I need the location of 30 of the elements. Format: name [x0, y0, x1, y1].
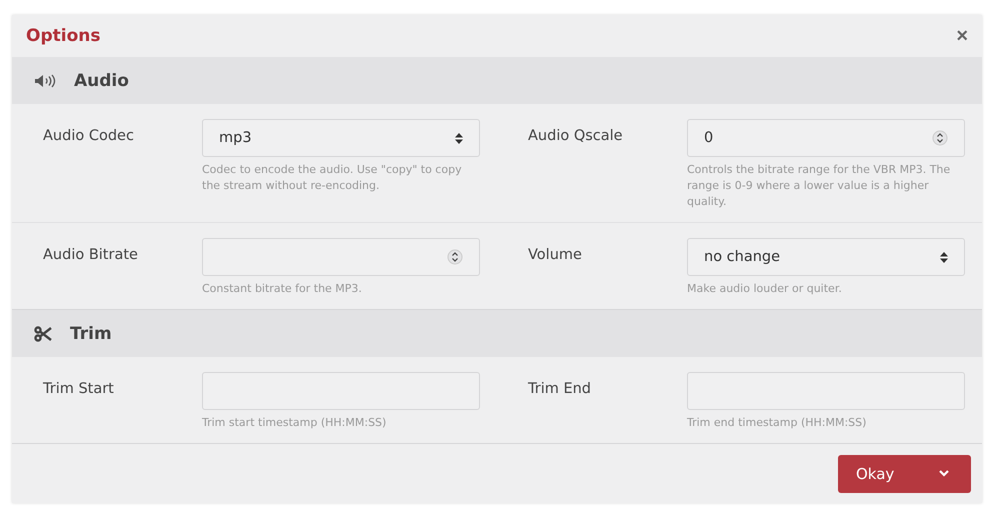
- help-text: Trim end timestamp (HH:MM:SS): [687, 415, 868, 431]
- field-label: Volume: [528, 246, 583, 265]
- field-label: Audio Bitrate: [43, 246, 139, 265]
- section-title: Audio: [74, 70, 129, 90]
- text-field[interactable]: [687, 372, 965, 410]
- sort-caret-icon: [940, 252, 948, 262]
- section-title: Trim: [70, 324, 112, 344]
- dialog-title: Options: [26, 26, 100, 46]
- speaker-icon: [34, 74, 56, 88]
- field-label: Audio Qscale: [528, 127, 624, 146]
- help-text: Controls the bitrate range for the VBR MP3. The range is 0-9 where a lower value is a higher quality.: [687, 162, 952, 210]
- field-label: Audio Codec: [43, 127, 135, 146]
- field-label: Trim End: [528, 380, 592, 399]
- field-label: Trim Start: [43, 380, 115, 399]
- close-button[interactable]: ×: [956, 26, 968, 46]
- select-field[interactable]: no change: [687, 238, 965, 276]
- okay-button[interactable]: Okay: [838, 454, 971, 492]
- number-field[interactable]: [202, 238, 480, 276]
- help-text: Codec to encode the audio. Use "copy" to copy the stream without re-encoding.: [202, 162, 463, 194]
- spinner-icon: [932, 130, 948, 146]
- chevron-down-icon: [939, 470, 949, 477]
- text-field[interactable]: [202, 372, 480, 410]
- help-text: Trim start timestamp (HH:MM:SS): [202, 415, 388, 431]
- scissors-icon: [34, 326, 52, 342]
- help-text: Make audio louder or quiter.: [687, 281, 843, 297]
- select-field[interactable]: mp3: [202, 119, 480, 157]
- number-field[interactable]: 0: [687, 119, 965, 157]
- spinner-icon: [447, 249, 463, 265]
- sort-caret-icon: [455, 132, 463, 144]
- help-text: Constant bitrate for the MP3.: [202, 281, 363, 297]
